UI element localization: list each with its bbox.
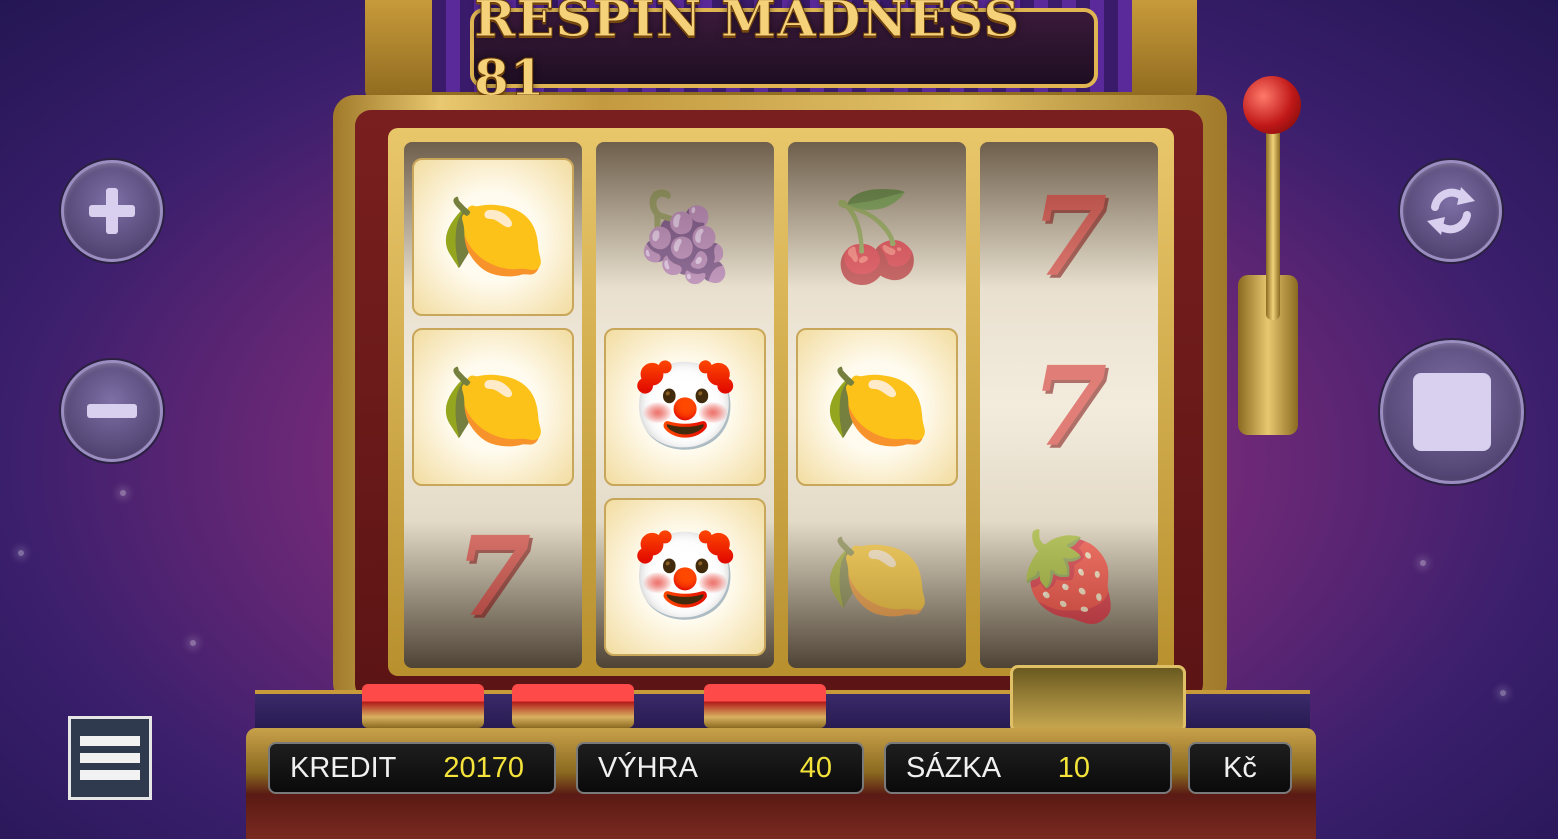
hold-button-1[interactable] — [362, 684, 484, 728]
autoplay-button[interactable] — [1400, 160, 1502, 262]
lemon-icon: 🍋 — [439, 359, 547, 455]
win-value: 40 — [799, 751, 832, 784]
spin-stop-button[interactable] — [1380, 340, 1524, 484]
symbol-cell: 🍓 — [988, 498, 1150, 656]
bet-value: 10 — [1057, 751, 1090, 784]
refresh-icon — [1427, 187, 1475, 235]
joker-icon: 🤡 — [631, 529, 739, 625]
symbol-cell: 🤡 — [604, 498, 766, 656]
hold-button-2[interactable] — [512, 684, 634, 728]
symbol-cell: 🍋 — [796, 328, 958, 486]
bet-increase-button[interactable] — [61, 160, 163, 262]
reel-2: 🍇 🤡 🤡 — [596, 142, 774, 668]
payout-tray — [1010, 665, 1186, 733]
cherry-icon: 🍒 — [823, 189, 931, 285]
credit-value: 20170 — [443, 751, 524, 784]
hamburger-icon-bar — [80, 736, 140, 746]
currency-button[interactable]: Kč — [1188, 742, 1292, 794]
stop-icon — [1413, 373, 1491, 451]
seven-icon: 7 — [454, 512, 532, 641]
symbol-cell: 🍒 — [796, 158, 958, 316]
bet-label: SÁZKA — [906, 751, 1002, 784]
sparkle — [1500, 690, 1506, 696]
lemon-icon: 🍋 — [823, 529, 931, 625]
hold-button-3[interactable] — [704, 684, 826, 728]
reel-1: 🍋 🍋 7 — [404, 142, 582, 668]
lemon-icon: 🍋 — [439, 189, 547, 285]
sparkle — [120, 490, 126, 496]
lever-rod — [1266, 110, 1280, 320]
lever-handle[interactable] — [1243, 76, 1301, 134]
lemon-icon: 🍋 — [823, 359, 931, 455]
symbol-cell: 7 — [412, 498, 574, 656]
sparkle — [18, 550, 24, 556]
plus-icon — [89, 188, 135, 234]
minus-icon — [87, 404, 137, 418]
win-label: VÝHRA — [598, 751, 698, 784]
symbol-cell: 7 — [988, 328, 1150, 486]
seven-icon: 7 — [1030, 172, 1108, 301]
bet-decrease-button[interactable] — [61, 360, 163, 462]
sparkle — [190, 640, 196, 646]
reel-3: 🍒 🍋 🍋 — [788, 142, 966, 668]
grapes-icon: 🍇 — [631, 189, 739, 285]
seven-icon: 7 — [1030, 342, 1108, 471]
credit-panel: KREDIT 20170 — [268, 742, 556, 794]
hamburger-icon-bar — [80, 770, 140, 780]
credit-label: KREDIT — [290, 751, 397, 784]
hamburger-icon-bar — [80, 753, 140, 763]
symbol-cell: 🍋 — [412, 158, 574, 316]
strawberry-icon: 🍓 — [1015, 529, 1123, 625]
win-panel: VÝHRA 40 — [576, 742, 864, 794]
reel-4: 7 7 🍓 — [980, 142, 1158, 668]
currency-label: Kč — [1223, 751, 1257, 784]
symbol-cell: 7 — [988, 158, 1150, 316]
symbol-cell: 🍇 — [604, 158, 766, 316]
game-title: RESPIN MADNESS 81 — [470, 0, 1098, 108]
bet-panel: SÁZKA 10 — [884, 742, 1172, 794]
joker-icon: 🤡 — [631, 359, 739, 455]
symbol-cell: 🍋 — [412, 328, 574, 486]
symbol-cell: 🤡 — [604, 328, 766, 486]
sparkle — [1420, 560, 1426, 566]
menu-button[interactable] — [68, 716, 152, 800]
symbol-cell: 🍋 — [796, 498, 958, 656]
